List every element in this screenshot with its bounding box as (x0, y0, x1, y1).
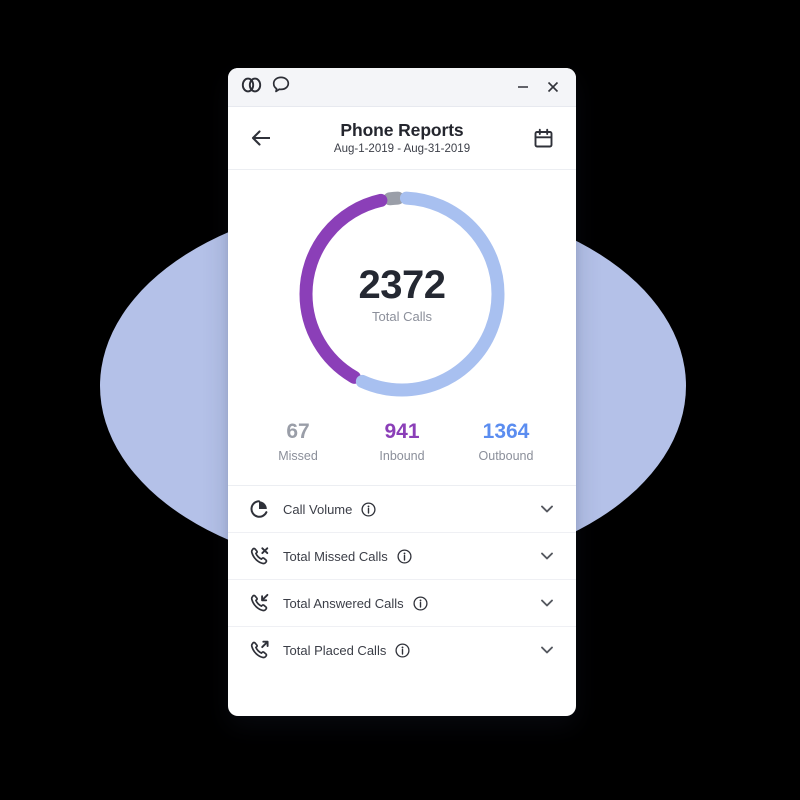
report-label: Total Missed Calls (283, 548, 388, 564)
donut-chart-section: 2372 Total Calls (228, 170, 576, 404)
stat-inbound: 941 Inbound (350, 420, 454, 463)
report-row-total-placed-calls[interactable]: Total Placed Calls (228, 627, 576, 673)
interlocking-rings-logo-icon (241, 77, 263, 98)
info-icon[interactable] (395, 643, 410, 658)
report-label: Call Volume (283, 501, 353, 517)
info-icon[interactable] (361, 502, 376, 517)
calendar-icon[interactable] (528, 123, 558, 153)
window-controls (515, 79, 563, 95)
chevron-down-icon[interactable] (538, 500, 556, 518)
report-row-total-answered-calls[interactable]: Total Answered Calls (228, 580, 576, 628)
close-button[interactable] (545, 79, 561, 95)
chevron-down-icon[interactable] (538, 594, 556, 612)
report-row-call-volume[interactable]: Call Volume (228, 486, 576, 534)
info-icon[interactable] (397, 549, 412, 564)
app-window: Phone Reports Aug-1-2019 - Aug-31-2019 2… (228, 68, 576, 716)
chevron-down-icon[interactable] (538, 547, 556, 565)
stat-missed-label: Missed (278, 449, 318, 464)
donut-chart: 2372 Total Calls (292, 184, 512, 404)
minimize-button[interactable] (515, 79, 531, 95)
report-label: Total Placed Calls (283, 642, 387, 658)
phone-incoming-icon (248, 592, 270, 614)
phone-outgoing-icon (248, 639, 270, 661)
chevron-down-icon[interactable] (538, 641, 556, 659)
pie-chart-icon (248, 498, 270, 520)
title-bar-logos (241, 76, 290, 98)
stat-missed: 67 Missed (246, 420, 350, 463)
info-icon[interactable] (413, 596, 428, 611)
stat-inbound-value: 941 (384, 420, 420, 443)
total-calls-label: Total Calls (372, 308, 432, 324)
speech-bubble-icon[interactable] (272, 76, 290, 98)
page-header: Phone Reports Aug-1-2019 - Aug-31-2019 (228, 107, 576, 170)
back-button[interactable] (246, 123, 276, 153)
stats-row: 67 Missed 941 Inbound 1364 Outbound (228, 404, 576, 485)
report-row-total-missed-calls[interactable]: Total Missed Calls (228, 533, 576, 581)
stat-inbound-label: Inbound (379, 449, 425, 464)
report-label: Total Answered Calls (283, 595, 404, 611)
title-bar (228, 68, 576, 107)
total-calls-value: 2372 (358, 262, 446, 307)
stat-missed-value: 67 (286, 420, 310, 443)
header-titles: Phone Reports Aug-1-2019 - Aug-31-2019 (276, 120, 528, 156)
page-title: Phone Reports (340, 119, 464, 140)
date-range-label: Aug-1-2019 - Aug-31-2019 (333, 142, 471, 155)
stat-outbound: 1364 Outbound (454, 420, 558, 463)
stat-outbound-label: Outbound (478, 449, 534, 464)
stat-outbound-value: 1364 (482, 420, 530, 443)
phone-missed-icon (248, 545, 270, 567)
donut-center-text: 2372 Total Calls (292, 184, 512, 404)
report-list: Call Volume Total Missed Calls Total Ans… (228, 485, 576, 716)
